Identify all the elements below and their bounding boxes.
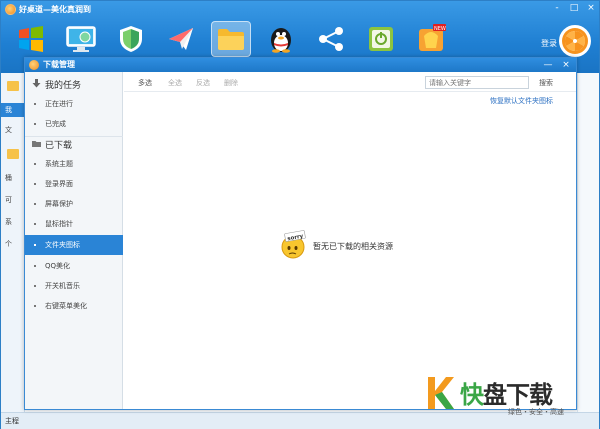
main-nav-item[interactable]: 文 (5, 125, 12, 135)
restore-default-folder-icon-link[interactable]: 恢复默认文件夹图标 (490, 96, 553, 106)
nav-item-label: 文件夹图标 (45, 241, 80, 249)
folder-icon (7, 149, 19, 159)
qq-penguin-icon[interactable] (261, 21, 301, 57)
main-right-panel (577, 73, 599, 413)
bullet-icon (34, 163, 36, 165)
folder-icon[interactable] (211, 21, 251, 57)
section-my-tasks[interactable]: 我的任务 (25, 74, 123, 94)
sorry-face-icon: sorry (279, 230, 309, 260)
app-logo-icon (5, 4, 16, 15)
empty-state: sorry 暂无已下载的相关资源 (279, 230, 419, 260)
nav-item-screensaver[interactable]: 屏幕保护 (25, 194, 123, 214)
nav-item-folder-icons[interactable]: 文件夹图标 (25, 235, 123, 255)
nav-item-label: 已完成 (45, 120, 66, 128)
app-title: 好桌道—美化真润到 (19, 5, 91, 14)
main-nav-item[interactable]: 我 (1, 103, 24, 117)
windows-logo-icon[interactable] (11, 21, 51, 57)
dialog-minimize-button[interactable]: — (541, 58, 555, 72)
watermark-subtitle: 绿色・安全・高速 (508, 408, 564, 416)
nav-item-label: 鼠标指针 (45, 220, 73, 228)
nav-item-completed[interactable]: 已完成 (25, 114, 123, 134)
nav-item-label: 右键菜单美化 (45, 302, 87, 310)
folder-icon (7, 81, 19, 91)
bullet-icon (34, 183, 36, 185)
main-left-panel: 我 文 桶 可 系 个 (1, 73, 25, 413)
nav-item-system-theme[interactable]: 系统主题 (25, 154, 123, 174)
nav-item-label: 正在进行 (45, 100, 73, 108)
switch-tool-icon[interactable] (361, 21, 401, 57)
nav-item-label: 开关机音乐 (45, 282, 80, 290)
dialog-title: 下载管理 (43, 60, 75, 69)
nav-item-qq-beautify[interactable]: QQ美化 (25, 256, 123, 276)
section-label: 我的任务 (45, 81, 82, 91)
monitor-icon[interactable] (61, 21, 101, 57)
main-toolbar: NEW (11, 21, 461, 61)
content-toolbar: 多选 全选 反选 删除 搜索 (124, 72, 576, 92)
avatar[interactable] (559, 25, 591, 57)
select-all-button[interactable]: 全选 (168, 78, 182, 88)
bullet-icon (34, 123, 36, 125)
download-manager-dialog: 下载管理 — × 我的任务 正在进行 已完成 已下载 系统主题 登录界面 屏幕保… (24, 57, 577, 410)
dialog-close-button[interactable]: × (559, 58, 573, 72)
bullet-icon (34, 265, 36, 267)
status-text: 主程 (5, 417, 19, 425)
download-arrow-icon (32, 79, 41, 88)
bullet-icon (34, 285, 36, 287)
search-button[interactable]: 搜索 (539, 78, 553, 88)
minimize-button[interactable]: - (549, 1, 565, 15)
share-icon[interactable] (311, 21, 351, 57)
bullet-icon (34, 305, 36, 307)
dialog-content: 多选 全选 反选 删除 搜索 恢复默认文件夹图标 sorry 暂无已下载的相关资… (124, 72, 576, 409)
close-button[interactable]: × (583, 1, 599, 15)
watermark-k-icon (424, 373, 456, 413)
nav-item-label: 系统主题 (45, 160, 73, 168)
empty-state-message: 暂无已下载的相关资源 (313, 242, 393, 251)
bullet-icon (34, 223, 36, 225)
nav-item-boot-music[interactable]: 开关机音乐 (25, 276, 123, 296)
shield-icon[interactable] (111, 21, 151, 57)
nav-item-label: 屏幕保护 (45, 200, 73, 208)
app-logo-icon (29, 60, 39, 70)
section-downloaded[interactable]: 已下载 (25, 134, 123, 154)
main-nav-item[interactable]: 个 (5, 239, 12, 249)
multi-select-button[interactable]: 多选 (138, 78, 152, 88)
bullet-icon (34, 244, 36, 246)
nav-item-mouse-pointer[interactable]: 鼠标指针 (25, 214, 123, 234)
main-nav-item[interactable]: 系 (5, 217, 12, 227)
nav-item-in-progress[interactable]: 正在进行 (25, 94, 123, 114)
invert-select-button[interactable]: 反选 (196, 78, 210, 88)
paper-plane-icon[interactable] (161, 21, 201, 57)
main-nav-item[interactable]: 可 (5, 195, 12, 205)
bullet-icon (34, 103, 36, 105)
watermark-text: 快盘下载 (460, 381, 553, 409)
nav-item-label: QQ美化 (45, 262, 71, 270)
svg-text:NEW: NEW (434, 26, 446, 32)
dialog-sidebar: 我的任务 正在进行 已完成 已下载 系统主题 登录界面 屏幕保护 鼠标指针 文件… (25, 72, 123, 409)
search-input[interactable] (425, 76, 529, 89)
main-nav-item[interactable]: 桶 (5, 173, 12, 183)
section-label: 已下载 (45, 141, 73, 151)
nav-item-label: 登录界面 (45, 180, 73, 188)
folder-small-icon (32, 139, 41, 148)
bullet-icon (34, 203, 36, 205)
nav-item-context-menu[interactable]: 右键菜单美化 (25, 296, 123, 316)
delete-button[interactable]: 删除 (224, 78, 238, 88)
nav-item-login-screen[interactable]: 登录界面 (25, 174, 123, 194)
dialog-titlebar[interactable]: 下载管理 — × (25, 58, 576, 72)
login-link[interactable]: 登录 (541, 38, 557, 49)
watermark-logo: 快盘下载 绿色・安全・高速 (424, 373, 596, 421)
maximize-button[interactable]: □ (566, 1, 582, 15)
fruit-new-icon[interactable]: NEW (411, 21, 451, 57)
